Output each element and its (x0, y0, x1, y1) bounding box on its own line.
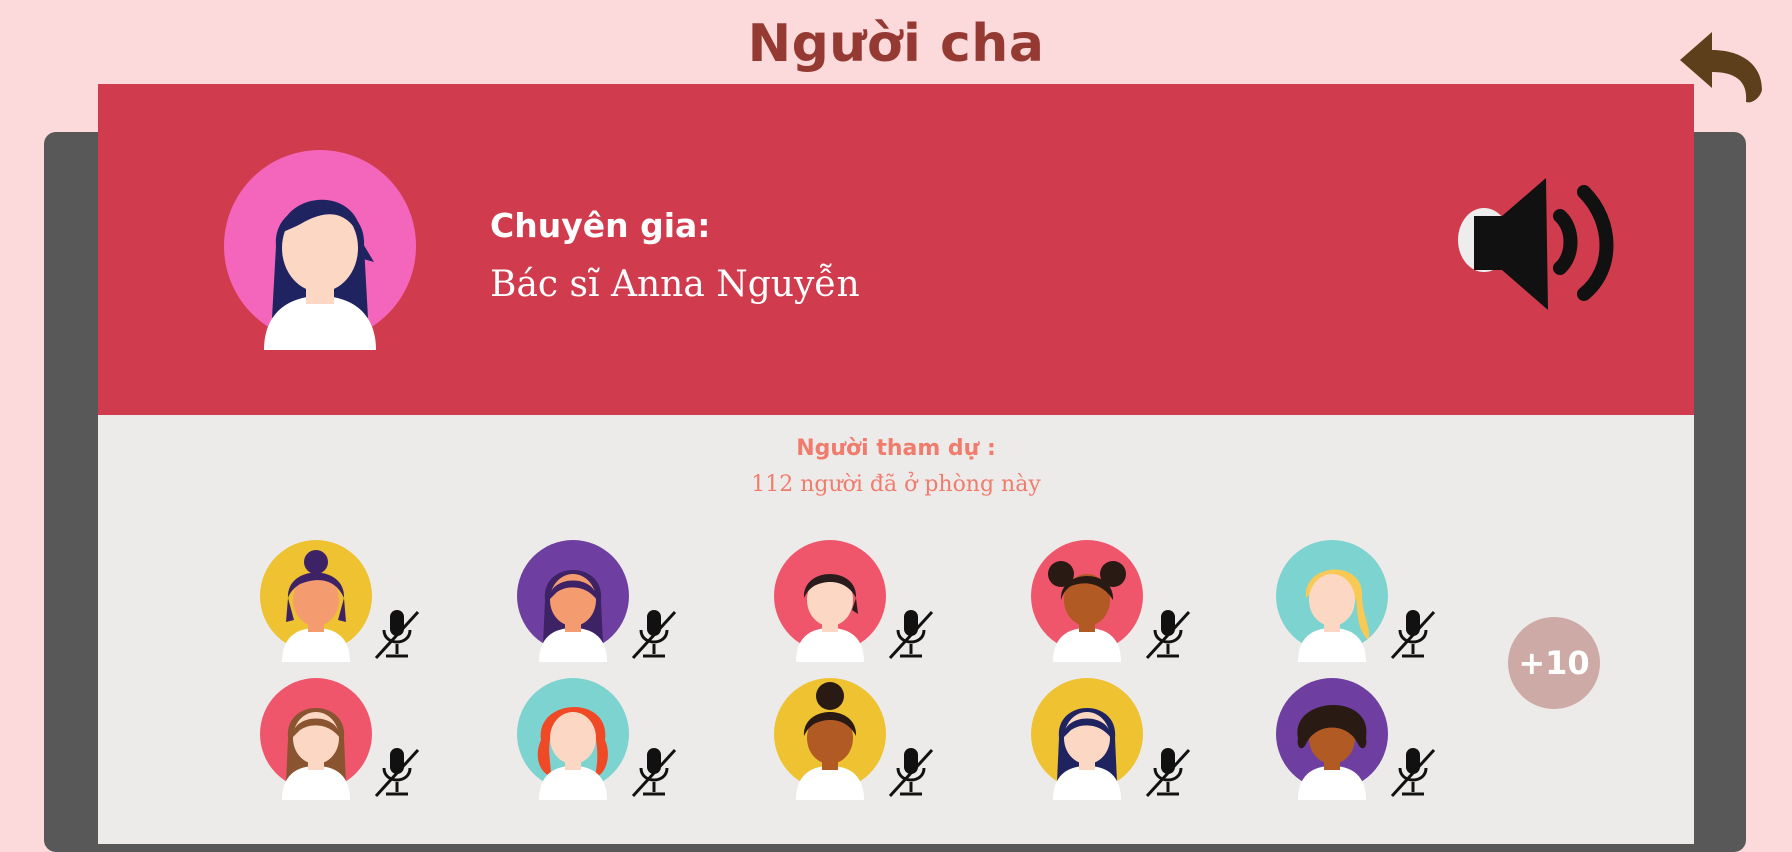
attendees-count: 112 người đã ở phòng này (751, 472, 1041, 497)
mic-muted-icon[interactable] (629, 744, 679, 800)
participant-avatar[interactable] (774, 678, 944, 802)
participant-avatar[interactable] (1031, 540, 1201, 664)
participant-avatar[interactable] (1276, 678, 1446, 802)
person-avatar-icon (1276, 678, 1388, 800)
person-avatar-icon (260, 540, 372, 662)
person-avatar-icon (774, 678, 886, 800)
room-card: Chuyên gia: Bác sĩ Anna Nguyễn Người tha… (98, 84, 1694, 844)
person-avatar-icon (260, 678, 372, 800)
speaker-volume-icon[interactable] (1450, 174, 1630, 314)
participant-avatar[interactable] (1031, 678, 1201, 802)
participant-avatar[interactable] (517, 540, 687, 664)
mic-muted-icon[interactable] (1388, 606, 1438, 662)
participant-avatar[interactable] (774, 540, 944, 664)
attendees-heading: Người tham dự : (796, 436, 996, 461)
expert-panel: Chuyên gia: Bác sĩ Anna Nguyễn (98, 84, 1694, 415)
mic-muted-icon[interactable] (629, 606, 679, 662)
participant-avatar[interactable] (260, 678, 430, 802)
mic-muted-icon[interactable] (372, 606, 422, 662)
mic-muted-icon[interactable] (886, 744, 936, 800)
person-avatar-icon (517, 678, 629, 800)
page-title: Người cha (747, 14, 1045, 74)
expert-heading: Chuyên gia: (490, 206, 711, 245)
person-avatar-icon (1276, 540, 1388, 662)
expert-name: Bác sĩ Anna Nguyễn (490, 264, 860, 305)
mic-muted-icon[interactable] (1388, 744, 1438, 800)
woman-avatar-icon (224, 150, 416, 350)
mic-muted-icon[interactable] (886, 606, 936, 662)
person-avatar-icon (1031, 540, 1143, 662)
person-avatar-icon (774, 540, 886, 662)
mic-muted-icon[interactable] (1143, 606, 1193, 662)
person-avatar-icon (1031, 678, 1143, 800)
mic-muted-icon[interactable] (372, 744, 422, 800)
participant-avatar[interactable] (260, 540, 430, 664)
participant-avatar[interactable] (1276, 540, 1446, 664)
mic-muted-icon[interactable] (1143, 744, 1193, 800)
more-participants-badge[interactable]: +10 (1508, 617, 1600, 709)
participant-avatar[interactable] (517, 678, 687, 802)
person-avatar-icon (517, 540, 629, 662)
